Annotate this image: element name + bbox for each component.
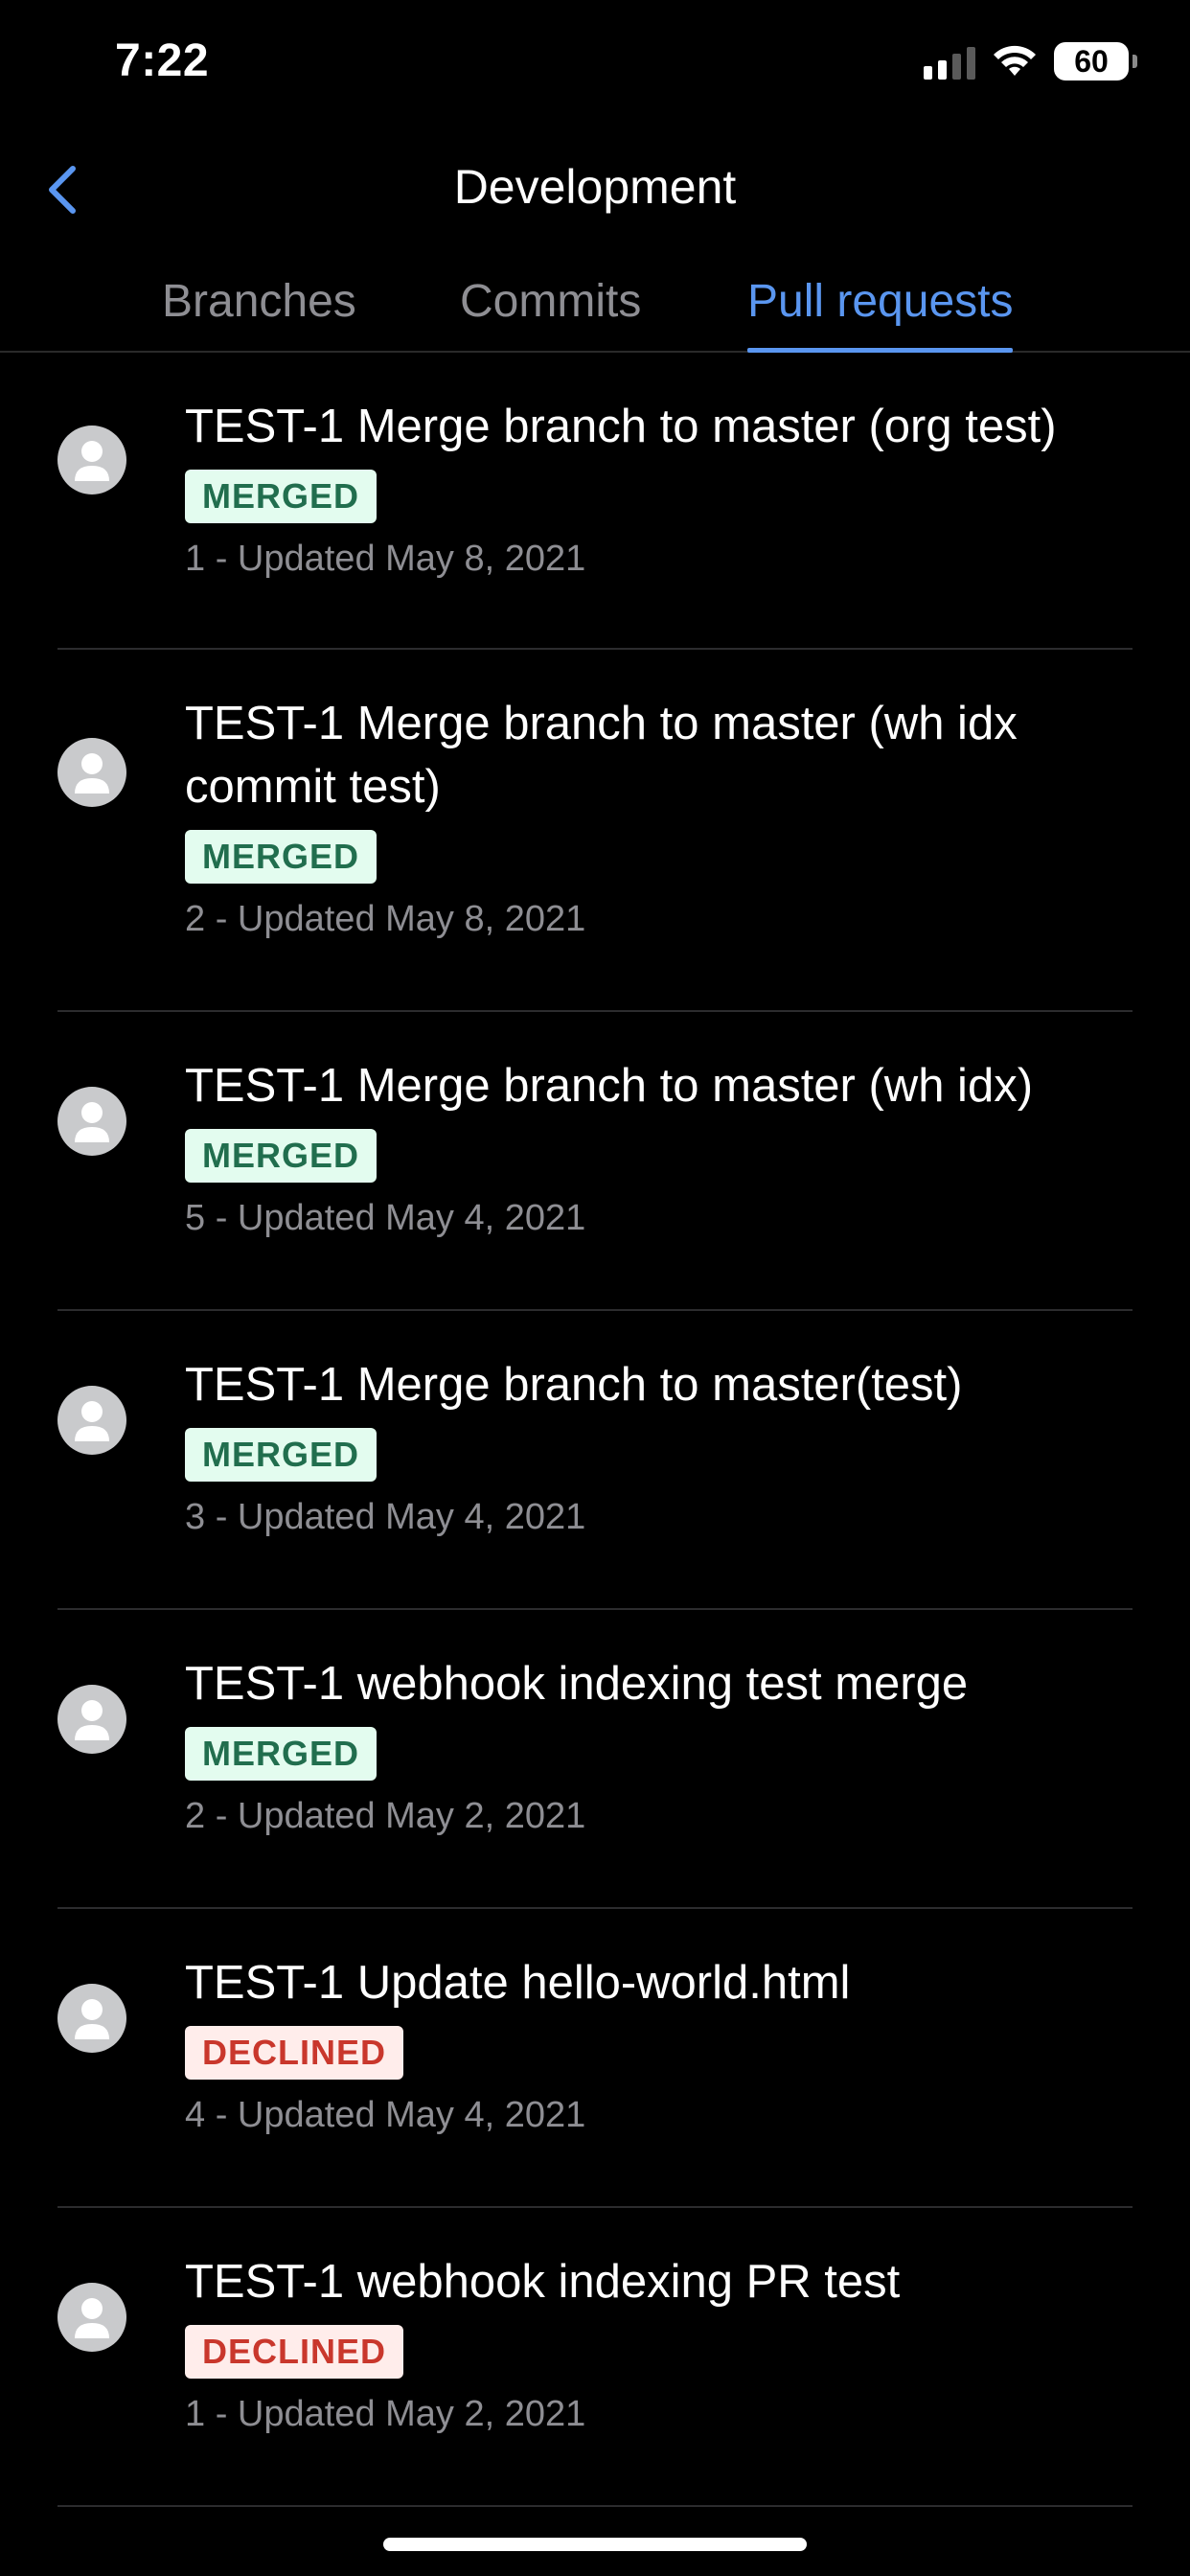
pull-request-title: TEST-1 webhook indexing PR test [185, 2256, 901, 2308]
pull-request-title: TEST-1 Merge branch to master(test) [185, 1359, 963, 1411]
pull-request-title: TEST-1 Update hello-world.html [185, 1957, 851, 2009]
status-time: 7:22 [115, 35, 210, 86]
tab-pull-requests[interactable]: Pull requests [747, 268, 1014, 353]
tab-bar: Branches Commits Pull requests [0, 268, 1190, 353]
status-badge: DECLINED [185, 2325, 404, 2379]
status-icons: 60 [924, 42, 1137, 80]
pull-request-title: TEST-1 Merge branch to master (wh idx co… [185, 698, 1018, 813]
default-user-avatar-icon [57, 2283, 126, 2352]
pull-request-row[interactable]: TEST-1 Merge branch to master (org test)… [57, 353, 1133, 650]
default-user-avatar-icon [57, 1685, 126, 1754]
pull-request-list: TEST-1 Merge branch to master (org test)… [0, 353, 1190, 2507]
pull-request-title: TEST-1 Merge branch to master (wh idx) [185, 1060, 1034, 1112]
pull-request-meta: 5 - Updated May 4, 2021 [185, 1198, 586, 1238]
battery-icon: 60 [1054, 42, 1137, 80]
status-badge: MERGED [185, 1428, 378, 1482]
default-user-avatar-icon [57, 1087, 126, 1156]
pull-request-meta: 1 - Updated May 2, 2021 [185, 2394, 586, 2434]
pull-request-title: TEST-1 Merge branch to master (org test) [185, 401, 1057, 452]
status-bar: 7:22 60 [0, 0, 1190, 134]
pull-request-meta: 2 - Updated May 8, 2021 [185, 899, 586, 939]
pull-request-meta: 2 - Updated May 2, 2021 [185, 1796, 586, 1836]
pull-request-row[interactable]: TEST-1 webhook indexing PR test DECLINED… [57, 2208, 1133, 2507]
tab-branches[interactable]: Branches [162, 268, 356, 351]
page-title: Development [453, 160, 737, 214]
wifi-icon [994, 45, 1036, 76]
pull-request-row[interactable]: TEST-1 Merge branch to master (wh idx co… [57, 650, 1133, 1012]
status-badge: MERGED [185, 1129, 378, 1183]
default-user-avatar-icon [57, 426, 126, 494]
default-user-avatar-icon [57, 738, 126, 807]
pull-request-row[interactable]: TEST-1 webhook indexing test merge MERGE… [57, 1610, 1133, 1909]
status-badge: MERGED [185, 1727, 378, 1781]
pull-request-meta: 4 - Updated May 4, 2021 [185, 2095, 586, 2135]
pull-request-meta: 1 - Updated May 8, 2021 [185, 539, 586, 579]
tab-commits[interactable]: Commits [460, 268, 641, 351]
default-user-avatar-icon [57, 1984, 126, 2053]
status-badge: DECLINED [185, 2026, 404, 2080]
pull-request-row[interactable]: TEST-1 Merge branch to master(test) MERG… [57, 1311, 1133, 1610]
default-user-avatar-icon [57, 1386, 126, 1455]
status-badge: MERGED [185, 470, 378, 523]
pull-request-meta: 3 - Updated May 4, 2021 [185, 1497, 586, 1537]
pull-request-row[interactable]: TEST-1 Merge branch to master (wh idx) M… [57, 1012, 1133, 1311]
cellular-signal-icon [924, 43, 975, 80]
home-indicator[interactable] [383, 2538, 807, 2551]
pull-request-row[interactable]: TEST-1 Update hello-world.html DECLINED … [57, 1909, 1133, 2208]
status-badge: MERGED [185, 830, 378, 884]
pull-request-title: TEST-1 webhook indexing test merge [185, 1658, 969, 1710]
